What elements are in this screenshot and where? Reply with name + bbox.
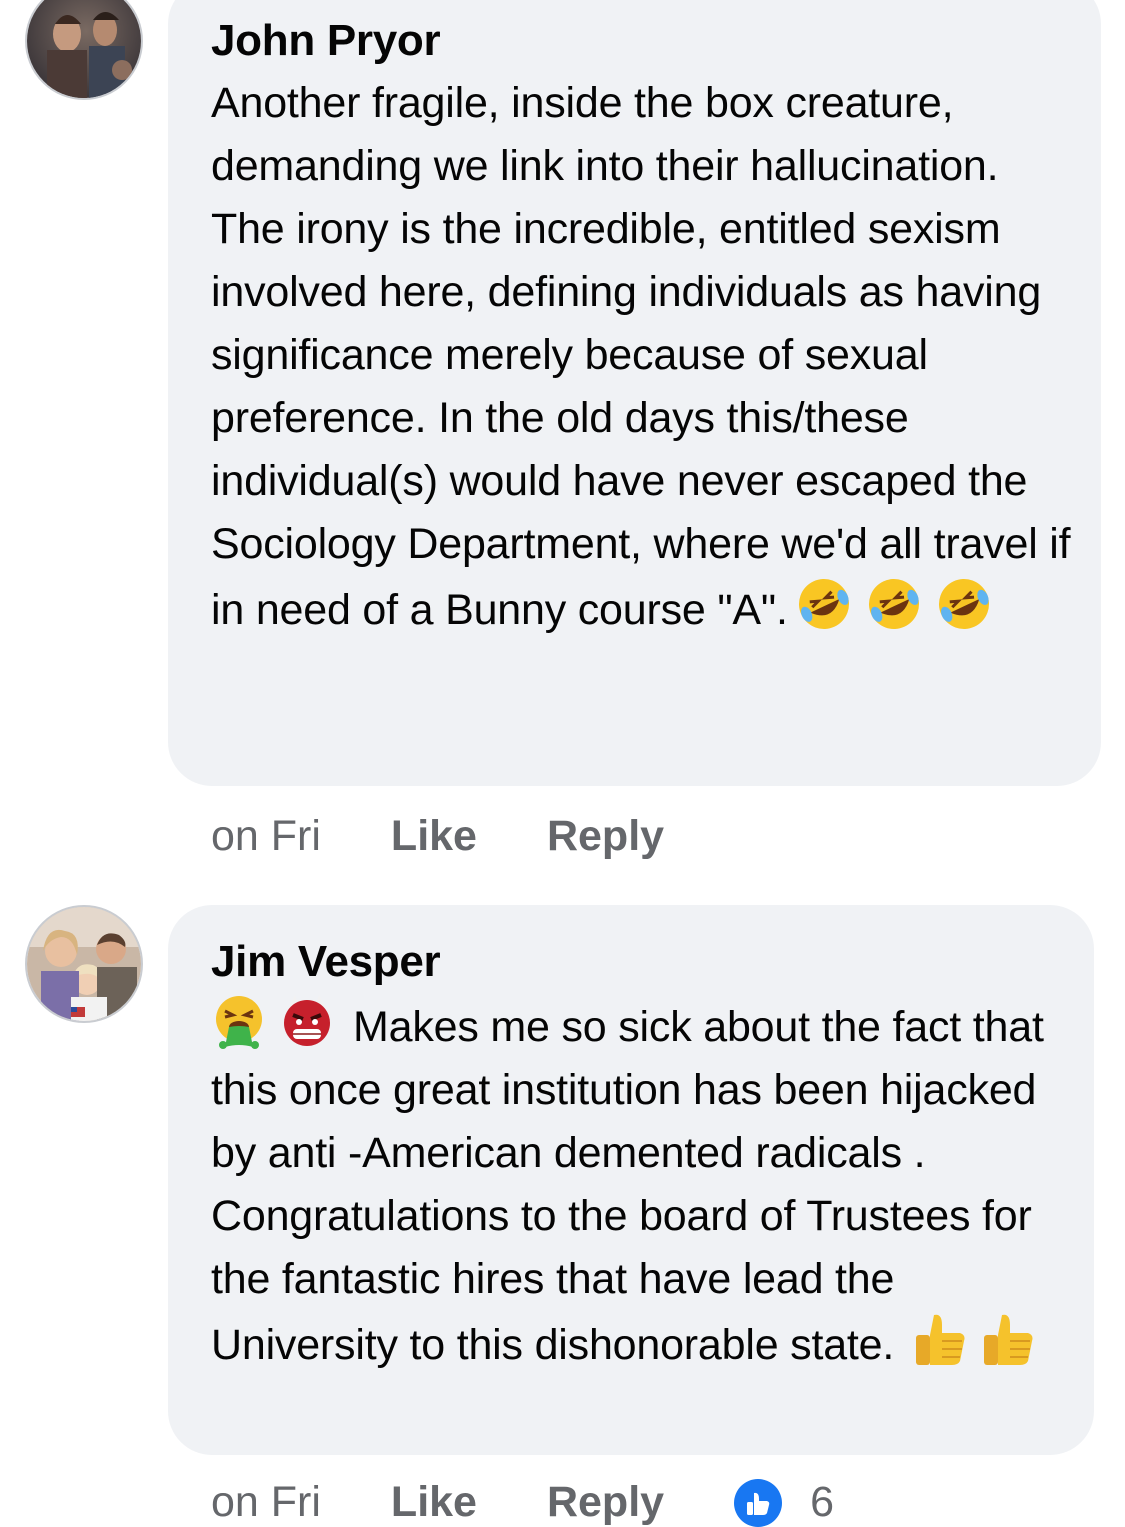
like-icon <box>734 1478 783 1527</box>
avatar[interactable] <box>25 0 143 100</box>
ogre-icon <box>284 995 330 1046</box>
comment-bubble: John Pryor Another fragile, inside the b… <box>168 0 1101 786</box>
avatar[interactable] <box>25 905 143 1023</box>
like-button[interactable]: Like <box>391 1478 477 1527</box>
avatar-image-icon <box>27 0 141 98</box>
rolling-on-floor-laughing-icon <box>798 579 849 629</box>
comment-timestamp[interactable]: on Fri <box>211 1478 321 1527</box>
comment-bubble: Jim Vesper Makes me so sick about the fa… <box>168 905 1094 1455</box>
thumbs-up-icon <box>916 1314 965 1365</box>
comment-text: Another fragile, inside the box creature… <box>211 72 1071 642</box>
comment-timestamp[interactable]: on Fri <box>211 812 321 861</box>
reaction-count: 6 <box>810 1478 834 1526</box>
comment-author[interactable]: John Pryor <box>211 10 1071 72</box>
like-button[interactable]: Like <box>391 812 477 861</box>
comment-actions: on Fri Like Reply <box>211 812 734 861</box>
rolling-on-floor-laughing-icon <box>938 579 989 629</box>
comment-body-text: Another fragile, inside the box creature… <box>211 79 1071 634</box>
comment-actions: on Fri Like Reply 6 <box>211 1478 834 1527</box>
comment-author[interactable]: Jim Vesper <box>211 931 1064 993</box>
rolling-on-floor-laughing-icon <box>868 579 919 629</box>
comment-text: Makes me so sick about the fact that thi… <box>211 993 1064 1377</box>
vomiting-face-icon <box>216 996 262 1049</box>
avatar-image-icon <box>27 907 141 1021</box>
reply-button[interactable]: Reply <box>547 812 664 861</box>
reply-button[interactable]: Reply <box>547 1478 664 1527</box>
reaction-summary[interactable]: 6 <box>734 1478 834 1527</box>
thumbs-up-icon <box>984 1314 1033 1365</box>
